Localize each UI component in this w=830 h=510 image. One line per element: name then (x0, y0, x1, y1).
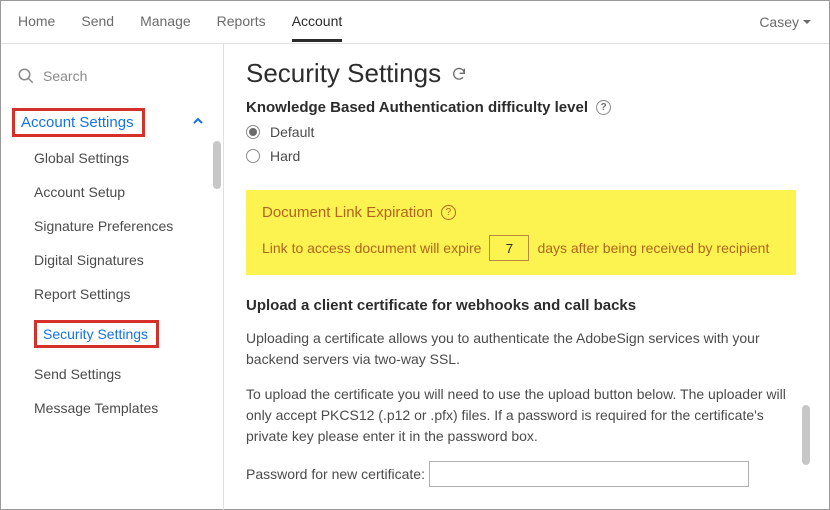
sidebar-item-digital-signatures[interactable]: Digital Signatures (0, 243, 223, 277)
sidebar-item-signature-preferences[interactable]: Signature Preferences (0, 209, 223, 243)
sidebar-list: Global Settings Account Setup Signature … (0, 141, 223, 425)
search-input[interactable]: Search (14, 60, 209, 92)
page-title: Security Settings (246, 58, 812, 89)
document-link-expiration-section: Document Link Expiration ? Link to acces… (246, 190, 796, 275)
dle-heading-text: Document Link Expiration (262, 204, 433, 221)
nav-reports[interactable]: Reports (217, 1, 266, 42)
top-nav: Home Send Manage Reports Account Casey (0, 0, 830, 44)
sidebar-item-label: Digital Signatures (34, 252, 144, 268)
radio-icon (246, 149, 260, 163)
refresh-icon[interactable] (451, 58, 467, 89)
sidebar-item-account-setup[interactable]: Account Setup (0, 175, 223, 209)
radio-icon (246, 125, 260, 139)
page-title-text: Security Settings (246, 58, 441, 89)
sidebar-item-label: Message Templates (34, 400, 158, 416)
sidebar-item-label: Global Settings (34, 150, 129, 166)
sidebar-item-security-settings[interactable]: Security Settings (0, 311, 223, 357)
cert-heading: Upload a client certificate for webhooks… (246, 297, 796, 314)
kba-option-hard[interactable]: Hard (246, 148, 796, 164)
dle-heading: Document Link Expiration ? (262, 204, 780, 221)
sidebar-item-label: Signature Preferences (34, 218, 173, 234)
sidebar-item-global-settings[interactable]: Global Settings (0, 141, 223, 175)
sidebar-scrollbar[interactable] (211, 141, 223, 425)
sidebar-item-label: Send Settings (34, 366, 121, 382)
sidebar-item-send-settings[interactable]: Send Settings (0, 357, 223, 391)
cert-paragraph-2: To upload the certificate you will need … (246, 384, 796, 447)
kba-option-default[interactable]: Default (246, 124, 796, 140)
sidebar-item-label: Account Setup (34, 184, 125, 200)
dle-text-pre: Link to access document will expire (262, 240, 481, 256)
nav-manage[interactable]: Manage (140, 1, 191, 42)
dle-days-input[interactable] (489, 235, 529, 261)
sidebar-item-label: Security Settings (43, 326, 148, 342)
nav-home[interactable]: Home (18, 1, 55, 42)
user-name: Casey (759, 14, 799, 30)
cert-paragraph-1: Uploading a certificate allows you to au… (246, 328, 796, 370)
kba-option-label: Hard (270, 148, 300, 164)
nav-send[interactable]: Send (81, 1, 114, 42)
caret-down-icon (802, 17, 812, 27)
search-icon (17, 67, 35, 85)
cert-password-input[interactable] (429, 461, 749, 487)
help-icon[interactable]: ? (441, 205, 456, 220)
main-scrollbar-thumb[interactable] (802, 405, 810, 465)
main-content: Security Settings Knowledge Based Authen… (224, 44, 830, 510)
search-placeholder: Search (43, 68, 87, 84)
nav-account[interactable]: Account (292, 1, 343, 42)
kba-heading: Knowledge Based Authentication difficult… (246, 99, 796, 116)
sidebar: Search Account Settings Global Settings … (0, 44, 224, 510)
sidebar-group-label: Account Settings (21, 114, 134, 131)
help-icon[interactable]: ? (596, 100, 611, 115)
sidebar-item-report-settings[interactable]: Report Settings (0, 277, 223, 311)
sidebar-scrollbar-thumb[interactable] (213, 141, 221, 189)
kba-heading-text: Knowledge Based Authentication difficult… (246, 99, 588, 116)
main-scrollbar[interactable] (800, 99, 812, 501)
chevron-up-icon (191, 114, 205, 131)
user-menu[interactable]: Casey (759, 14, 812, 30)
sidebar-item-message-templates[interactable]: Message Templates (0, 391, 223, 425)
cert-password-label: Password for new certificate: (246, 466, 425, 482)
dle-text-post: days after being received by recipient (537, 240, 769, 256)
kba-option-label: Default (270, 124, 314, 140)
sidebar-item-label: Report Settings (34, 286, 131, 302)
sidebar-group-account-settings[interactable]: Account Settings (0, 104, 223, 141)
